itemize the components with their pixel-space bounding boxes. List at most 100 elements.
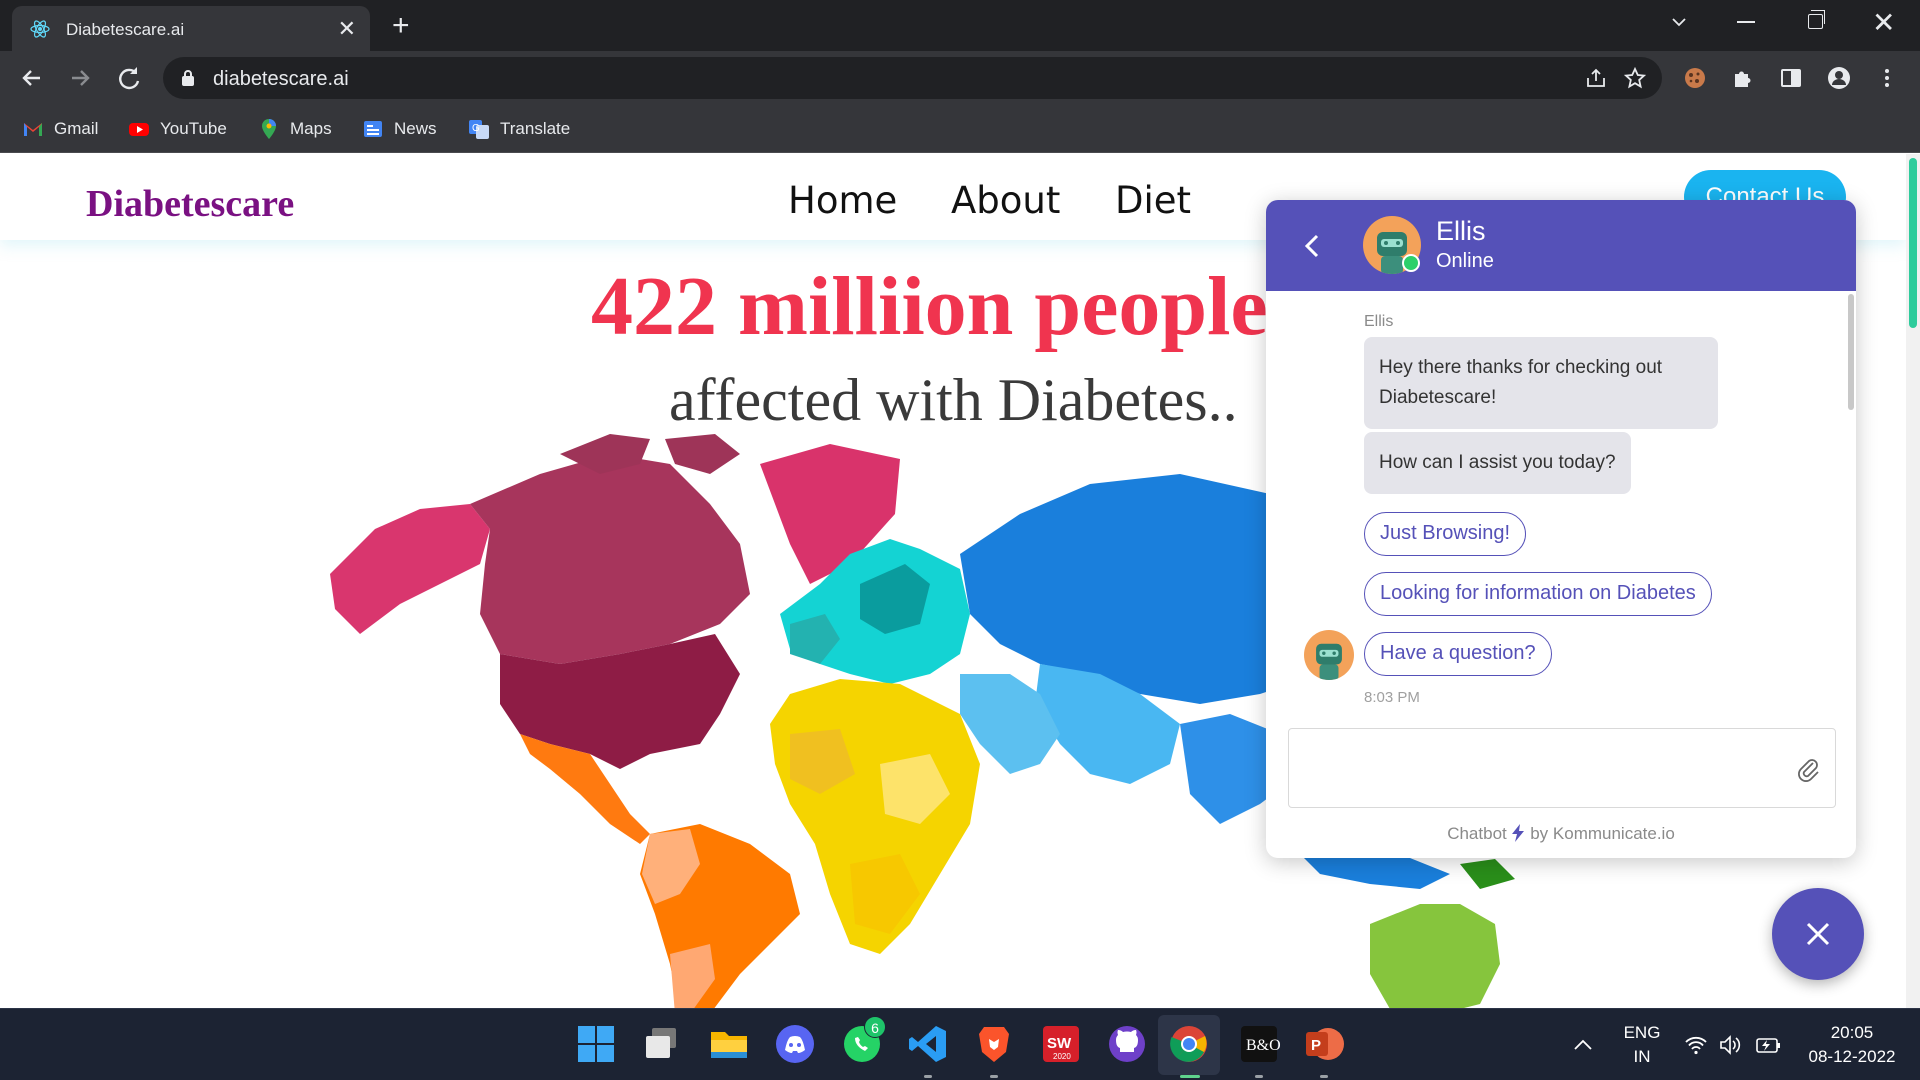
bookmark-gmail[interactable]: Gmail [22,105,98,153]
bookmark-star-icon[interactable] [1624,67,1646,89]
share-icon[interactable] [1585,67,1607,89]
taskbar-running-indicator [924,1075,932,1078]
site-logo[interactable]: Diabetescare [86,182,294,226]
svg-text:G: G [472,123,480,134]
back-arrow-icon[interactable] [16,62,48,94]
chat-message-bubble: How can I assist you today? [1364,432,1631,494]
chrome-icon [1170,1026,1207,1062]
hero-subtitle: affected with Diabetes.. [669,367,1238,433]
news-icon [364,121,382,137]
bookmark-label: Gmail [54,119,99,138]
svg-text:P: P [1311,1037,1321,1054]
wifi-icon[interactable] [1684,1034,1708,1056]
message-sender-label: Ellis [1364,313,1394,330]
bookmark-youtube[interactable]: YouTube [128,105,227,153]
github-desktop-icon[interactable] [1105,1022,1149,1066]
reload-icon[interactable] [113,62,145,94]
paperclip-icon[interactable] [1795,755,1821,783]
chrome-taskbar-item-active[interactable] [1158,1015,1220,1075]
windows-taskbar: 6 SW 2020 B&O P ENG IN 20:05 08-12-2022 [0,1008,1920,1080]
page-scrollbar-thumb[interactable] [1909,158,1917,328]
chat-header: Ellis Online [1266,200,1856,291]
youtube-icon [129,123,149,136]
clock-time[interactable]: 20:05 [1800,1023,1904,1043]
chat-widget: Ellis Online Ellis Hey there thanks for … [1266,200,1856,858]
discord-icon[interactable] [773,1022,817,1066]
file-explorer-icon[interactable] [707,1022,751,1066]
nav-about[interactable]: About [951,179,1060,222]
chevron-up-icon[interactable] [1572,1035,1594,1055]
chat-close-fab[interactable] [1772,888,1864,980]
taskbar-running-indicator [990,1075,998,1078]
close-icon [1806,922,1830,946]
tab-close-icon[interactable]: ✕ [338,16,356,42]
brave-browser-icon[interactable] [972,1022,1016,1066]
online-status-dot [1402,254,1420,272]
window-close-button[interactable]: ✕ [1872,6,1895,39]
lock-icon[interactable] [181,69,195,87]
bookmark-translate[interactable]: G Translate [468,105,570,153]
vscode-icon[interactable] [906,1022,950,1066]
powered-suffix[interactable]: by Kommunicate.io [1530,824,1675,843]
nav-diet[interactable]: Diet [1115,179,1191,222]
agent-message-avatar [1304,630,1354,680]
chat-input-box[interactable] [1288,728,1836,808]
cookie-extension-icon[interactable] [1683,66,1707,90]
address-bar[interactable]: diabetescare.ai [163,57,1662,99]
profile-avatar-icon[interactable] [1827,66,1851,90]
powered-prefix: Chatbot [1447,824,1507,843]
solidworks-icon[interactable]: SW 2020 [1039,1022,1083,1066]
notification-badge: 6 [864,1016,886,1038]
taskbar-running-indicator [1255,1075,1263,1078]
svg-text:SW: SW [1047,1035,1072,1052]
more-menu-icon[interactable] [1875,66,1899,90]
region-indicator[interactable]: IN [1620,1047,1664,1067]
browser-toolbar: diabetescare.ai [0,51,1920,105]
forward-arrow-icon[interactable] [64,62,96,94]
task-view-icon[interactable] [640,1022,684,1066]
browser-tab[interactable]: Diabetescare.ai ✕ [12,6,370,51]
new-tab-button[interactable]: + [392,9,410,43]
url-text[interactable]: diabetescare.ai [213,68,349,91]
clock-date[interactable]: 08-12-2022 [1800,1047,1904,1067]
window-restore-button[interactable] [1808,10,1825,29]
message-timestamp: 8:03 PM [1364,689,1420,706]
chevron-left-icon[interactable] [1302,233,1322,259]
bookmark-news[interactable]: News [362,105,437,153]
tab-title: Diabetescare.ai [66,20,185,39]
bookmark-maps[interactable]: Maps [258,105,332,153]
chat-message-input[interactable] [1301,741,1771,795]
bookmark-label: Translate [500,119,571,138]
browser-tab-strip: Diabetescare.ai ✕ + ✕ [0,0,1920,51]
whatsapp-taskbar-item[interactable]: 6 [840,1016,886,1066]
agent-name: Ellis [1436,216,1486,246]
translate-icon: G [469,120,489,139]
tab-search-chevron-icon[interactable] [1669,12,1689,32]
powerpoint-icon[interactable]: P [1302,1022,1346,1066]
language-indicator[interactable]: ENG [1620,1023,1664,1043]
bookmark-label: YouTube [160,119,227,138]
chat-scrollbar[interactable] [1848,294,1854,410]
windows-start-icon[interactable] [574,1022,618,1066]
react-icon [30,20,50,38]
quick-reply-diabetes-info[interactable]: Looking for information on Diabetes [1364,572,1712,616]
page-scrollbar[interactable] [1906,154,1920,1008]
bookmark-label: Maps [290,119,332,138]
window-minimize-button[interactable] [1737,21,1755,23]
battery-charging-icon[interactable] [1754,1034,1782,1056]
chat-message-bubble: Hey there thanks for checking out Diabet… [1364,337,1718,429]
robot-avatar-icon [1316,643,1342,680]
svg-text:B&O: B&O [1246,1037,1281,1054]
volume-icon[interactable] [1718,1034,1742,1056]
bookmarks-bar: Gmail YouTube Maps News G Translate [0,105,1920,153]
maps-icon [262,119,276,139]
gmail-icon [24,123,42,136]
quick-reply-just-browsing[interactable]: Just Browsing! [1364,512,1527,556]
side-panel-icon[interactable] [1779,66,1803,90]
quick-reply-have-question[interactable]: Have a question? [1364,632,1552,676]
nav-home[interactable]: Home [788,179,897,222]
extensions-puzzle-icon[interactable] [1731,66,1755,90]
powered-by-footer: Chatbot by Kommunicate.io [1266,824,1856,844]
lightning-bolt-icon [1512,824,1525,842]
bang-olufsen-icon[interactable]: B&O [1237,1022,1281,1066]
